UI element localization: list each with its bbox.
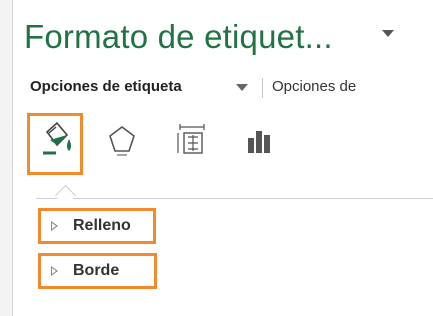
fill-line-button[interactable]: [27, 113, 83, 175]
size-properties-icon: [177, 124, 205, 154]
pane-title-dropdown-icon[interactable]: [382, 30, 394, 37]
tab-text-options[interactable]: Opciones de: [272, 76, 356, 98]
effects-button[interactable]: [94, 113, 150, 175]
fill-line-icon: [43, 121, 71, 155]
tab-separator: [262, 78, 263, 98]
section-label: Borde: [73, 262, 120, 279]
expand-arrow-icon: [51, 266, 58, 276]
section-borde[interactable]: Borde: [38, 253, 157, 289]
section-label: Relleno: [73, 217, 131, 234]
section-relleno[interactable]: Relleno: [38, 208, 156, 244]
label-options-chart-button[interactable]: [232, 113, 288, 175]
effects-pentagon-icon: [109, 126, 135, 156]
tab-label-options-chevron-icon[interactable]: [236, 84, 248, 91]
pane-title: Formato de etiquet...: [24, 18, 333, 55]
toolbar-divider: [36, 198, 433, 199]
tab-label-options[interactable]: Opciones de etiqueta: [30, 76, 182, 98]
label-options-chart-icon: [248, 131, 270, 153]
expand-arrow-icon: [51, 221, 58, 231]
size-properties-button[interactable]: [162, 113, 218, 175]
